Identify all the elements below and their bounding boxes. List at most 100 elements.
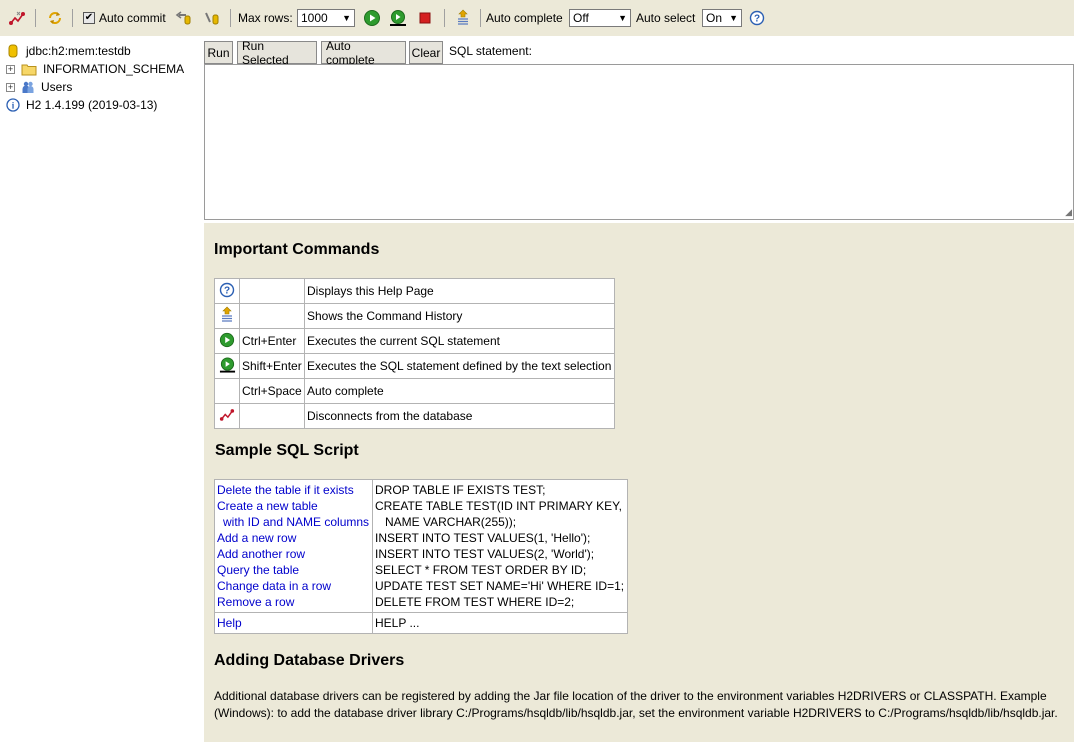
help-icon[interactable]: ? (749, 0, 765, 36)
users-label: Users (41, 80, 73, 94)
command-row: Shift+Enter Executes the SQL statement de… (214, 353, 615, 379)
command-row: Ctrl+Enter Executes the current SQL state… (214, 328, 615, 354)
sample-sql-line: DROP TABLE IF EXISTS TEST; (375, 483, 546, 497)
tree-item-version: i H2 1.4.199 (2019-03-13) (6, 96, 157, 114)
main-panel: Run Run Selected Auto complete Clear SQL… (204, 36, 1074, 742)
auto-select-select[interactable]: On ▼ (702, 9, 742, 27)
history-icon[interactable] (219, 306, 235, 324)
disconnect-icon[interactable] (8, 0, 26, 36)
max-rows-select[interactable]: 1000 ▼ (297, 9, 355, 27)
connection-label: jdbc:h2:mem:testdb (26, 44, 131, 58)
chevron-down-icon: ▼ (729, 13, 738, 23)
sql-statement-label: SQL statement: (449, 44, 532, 58)
database-icon (6, 44, 20, 58)
expand-icon[interactable]: + (6, 82, 15, 92)
sample-sql-line: INSERT INTO TEST VALUES(2, 'World'); (375, 547, 595, 561)
sample-sql-line: CREATE TABLE TEST(ID INT PRIMARY KEY, (375, 499, 622, 513)
sample-table: Delete the table if it exists Create a n… (214, 479, 628, 634)
commands-heading: Important Commands (214, 241, 380, 258)
sample-link[interactable]: Remove a row (217, 594, 370, 610)
auto-select-label: Auto select (636, 11, 696, 25)
sample-sql-line: INSERT INTO TEST VALUES(1, 'Hello'); (375, 531, 591, 545)
command-key (239, 278, 305, 304)
command-row: Disconnects from the database (214, 403, 615, 429)
sample-link[interactable]: with ID and NAME columns (217, 514, 370, 530)
help-icon[interactable]: ? (219, 282, 235, 298)
sample-link[interactable]: Create a new table (217, 498, 370, 514)
clear-button[interactable]: Clear (409, 41, 443, 64)
run-icon[interactable] (219, 332, 235, 348)
command-description: Displays this Help Page (304, 278, 615, 304)
disconnect-icon[interactable] (219, 407, 235, 422)
auto-complete-value: Off (573, 11, 589, 25)
sample-sql-cell: DROP TABLE IF EXISTS TEST; CREATE TABLE … (372, 479, 628, 613)
refresh-icon[interactable] (46, 0, 64, 36)
command-icon-cell (214, 378, 240, 404)
checkbox-icon: ✔ (83, 12, 95, 24)
version-label: H2 1.4.199 (2019-03-13) (26, 98, 158, 112)
help-sql-cell: HELP ... (372, 612, 628, 634)
command-key: Ctrl+Space (239, 378, 305, 404)
max-rows-value: 1000 (301, 11, 328, 25)
run-selected-button[interactable]: Run Selected (237, 39, 317, 67)
chevron-down-icon: ▼ (342, 13, 351, 23)
command-key: Ctrl+Enter (239, 328, 305, 354)
sample-sql-line: DELETE FROM TEST WHERE ID=2; (375, 595, 575, 609)
command-icon-cell (214, 328, 240, 354)
sample-link[interactable]: Change data in a row (217, 578, 370, 594)
run-selected-icon[interactable] (219, 356, 236, 374)
help-sql: HELP ... (375, 616, 420, 630)
sample-heading: Sample SQL Script (215, 442, 359, 459)
command-key (239, 303, 305, 329)
run-icon[interactable] (363, 0, 381, 36)
sample-link[interactable]: Query the table (217, 562, 370, 578)
sql-input[interactable] (204, 64, 1074, 220)
schema-label: INFORMATION_SCHEMA (43, 62, 185, 76)
command-description: Executes the SQL statement defined by th… (304, 353, 615, 379)
history-icon[interactable] (455, 0, 471, 36)
svg-text:?: ? (224, 285, 230, 296)
folder-icon (21, 62, 37, 76)
sample-link[interactable]: Add a new row (217, 530, 370, 546)
command-icon-cell (214, 353, 240, 379)
stop-icon[interactable] (417, 0, 433, 36)
query-panel: Run Run Selected Auto complete Clear SQL… (204, 36, 1074, 223)
command-row: Shows the Command History (214, 303, 615, 329)
command-description: Executes the current SQL statement (304, 328, 615, 354)
sample-link[interactable]: Delete the table if it exists (217, 482, 370, 498)
sample-links-cell: Delete the table if it exists Create a n… (214, 479, 373, 613)
auto-select-value: On (706, 11, 723, 25)
tree-item-connection[interactable]: jdbc:h2:mem:testdb (6, 42, 131, 60)
sample-link[interactable]: Add another row (217, 546, 370, 562)
command-key: Shift+Enter (239, 353, 305, 379)
command-description: Disconnects from the database (304, 403, 615, 429)
command-row: ? Displays this Help Page (214, 278, 615, 304)
command-icon-cell (214, 303, 240, 329)
command-icon-cell: ? (214, 278, 240, 304)
sample-sql-line: SELECT * FROM TEST ORDER BY ID; (375, 563, 587, 577)
tree-item-schema[interactable]: + INFORMATION_SCHEMA (6, 60, 184, 78)
drivers-text: Additional database drivers can be regis… (214, 689, 1058, 720)
command-row: Ctrl+Space Auto complete (214, 378, 615, 404)
resize-grip-icon[interactable]: ◢ (1065, 207, 1072, 218)
run-button[interactable]: Run (204, 41, 233, 64)
auto-commit-checkbox[interactable]: ✔ Auto commit (83, 0, 166, 36)
sample-sql-line: UPDATE TEST SET NAME='Hi' WHERE ID=1; (375, 579, 625, 593)
drivers-heading: Adding Database Drivers (214, 652, 405, 669)
auto-complete-button[interactable]: Auto complete (321, 39, 406, 67)
toolbar: ✔ Auto commit Max rows: 1000 ▼ Auto comp… (0, 0, 1074, 36)
info-icon: i (6, 98, 20, 112)
command-key (239, 403, 305, 429)
chevron-down-icon: ▼ (618, 13, 627, 23)
users-icon (21, 80, 35, 94)
commit-icon[interactable] (204, 0, 222, 36)
auto-complete-select[interactable]: Off ▼ (569, 9, 631, 27)
expand-icon[interactable]: + (6, 64, 15, 74)
auto-commit-label: Auto commit (99, 11, 166, 25)
max-rows-label: Max rows: (238, 11, 293, 25)
tree-item-users[interactable]: + Users (6, 78, 72, 96)
rollback-icon[interactable] (174, 0, 192, 36)
command-description: Auto complete (304, 378, 615, 404)
help-link[interactable]: Help (217, 616, 242, 630)
run-selected-icon[interactable] (389, 0, 407, 36)
